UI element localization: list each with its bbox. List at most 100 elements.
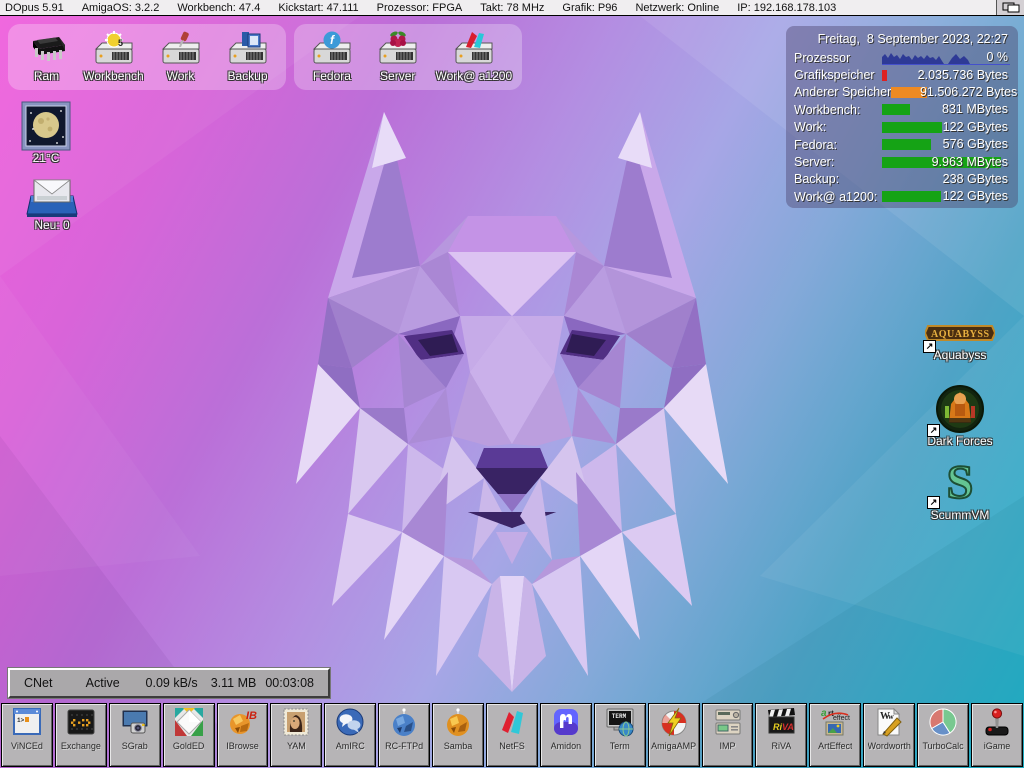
desktop-icon-mail[interactable]: Neu: 0 — [20, 174, 84, 232]
dock-app-label: Exchange — [61, 741, 101, 751]
drive-a1200-icon — [450, 31, 498, 69]
dock-app-label: Term — [610, 741, 630, 751]
dock-drives: Ram 5 Workbench — [8, 24, 286, 90]
dock-app-label: TurboCalc — [922, 741, 963, 751]
desktop-icon-dark-forces[interactable]: ↗ Dark Forces — [915, 384, 1005, 448]
dock-item-workbench[interactable]: 5 Workbench — [83, 31, 144, 83]
fedora-logo-emblem: f — [323, 32, 340, 49]
dock-app-imp[interactable]: IMP — [702, 703, 754, 767]
dock-app-label: IMP — [720, 741, 736, 751]
net-uptime: 00:03:08 — [265, 676, 314, 690]
dock-app-sgrab[interactable]: SGrab — [109, 703, 161, 767]
menubar-item-amigaos: AmigaOS: 3.2.2 — [82, 2, 160, 14]
work-a1200-bar — [882, 191, 941, 202]
dock-app-rc-ftpd[interactable]: RC-FTPd — [378, 703, 430, 767]
riva-clapperboard-icon: Ri VA — [765, 706, 797, 738]
raspberry-emblem — [389, 31, 406, 47]
desktop-icon-weather[interactable]: 21°C — [14, 101, 78, 165]
dock-item-label: Work — [167, 69, 195, 83]
samba-icon — [442, 706, 474, 738]
desktop-icon-scummvm[interactable]: S ↗ ScummVM — [915, 456, 1005, 522]
dock-app-label: AmigaAMP — [651, 741, 696, 751]
desktop-icon-aquabyss[interactable]: AQUABYSS ↗ Aquabyss — [915, 318, 1005, 362]
fedora-bar — [882, 139, 931, 150]
dock-app-samba[interactable]: Samba — [432, 703, 484, 767]
dock-app-yam[interactable]: YAM — [270, 703, 322, 767]
workbench-bar — [882, 104, 910, 115]
dock-item-backup[interactable]: Backup — [217, 31, 278, 83]
dock-item-label: Work@ a1200 — [435, 69, 512, 83]
monitor-row-cpu: Prozessor 0 % — [786, 49, 1018, 66]
monitor-row-gfxmem: Grafikspeicher 2.035.736 Bytes — [786, 66, 1018, 83]
depth-icon — [1002, 2, 1020, 13]
dock-app-arteffect[interactable]: a rt effect ArtEffect — [809, 703, 861, 767]
dock-app-label: AmIRC — [336, 741, 365, 751]
menubar-item-prozessor: Prozessor: FPGA — [377, 2, 463, 14]
svg-text:5: 5 — [118, 38, 123, 48]
amigaamp-icon — [658, 706, 690, 738]
dock-app-label: RC-FTPd — [385, 741, 423, 751]
dock-app-wordworth[interactable]: W w Wordworth — [863, 703, 915, 767]
row-label: Prozessor — [794, 51, 850, 65]
dock-app-label: NetFS — [499, 741, 525, 751]
dark-forces-icon — [935, 384, 985, 434]
dock-app-turbocalc[interactable]: TurboCalc — [917, 703, 969, 767]
monitor-row-backup: Backup: 238 GBytes — [786, 171, 1018, 188]
row-value: 0 % — [986, 50, 1008, 65]
desktop: Ram 5 Workbench — [0, 16, 1024, 768]
wordworth-icon: W w — [873, 706, 905, 738]
arteffect-icon: a rt effect — [819, 706, 851, 738]
dock-app-ibrowse[interactable]: IB IBrowse — [217, 703, 269, 767]
monitor-row-work: Work: 122 GBytes — [786, 119, 1018, 136]
dock-item-work-a1200[interactable]: Work@ a1200 — [434, 31, 514, 83]
igame-joystick-icon — [981, 706, 1013, 738]
dock-app-label: ViNCEd — [11, 741, 43, 751]
scummvm-s-icon: S — [934, 456, 986, 508]
exchange-icon — [65, 706, 97, 738]
app-dock: 1> ViNCEd Exchange — [1, 703, 1023, 767]
dock-app-exchange[interactable]: Exchange — [55, 703, 107, 767]
net-monitor-window[interactable]: CNet Active 0.09 kB/s 3.11 MB 00:03:08 — [8, 668, 330, 698]
dock-item-label: Ram — [34, 69, 59, 83]
system-monitor-panel: Freitag, 8 September 2023, 22:27 Prozess… — [786, 26, 1018, 208]
dock-app-label: iGame — [984, 741, 1011, 751]
dock-item-work[interactable]: Work — [150, 31, 211, 83]
mail-label: Neu: 0 — [34, 218, 69, 232]
net-rate: 0.09 kB/s — [146, 676, 211, 690]
drive-backup-icon — [224, 31, 272, 69]
net-status: Active — [86, 676, 146, 690]
dock-app-netfs[interactable]: NetFS — [486, 703, 538, 767]
screen-depth-gadget[interactable] — [996, 0, 1024, 15]
menubar-item-kickstart: Kickstart: 47.111 — [278, 2, 358, 14]
dock-app-riva[interactable]: Ri VA RiVA — [755, 703, 807, 767]
screen: DOpus 5.91 AmigaOS: 3.2.2 Workbench: 47.… — [0, 0, 1024, 768]
dock-app-igame[interactable]: iGame — [971, 703, 1023, 767]
dock-item-fedora[interactable]: f Fedora — [302, 31, 362, 83]
dock-app-amidon[interactable]: Amidon — [540, 703, 592, 767]
dock-app-amigaamp[interactable]: AmigaAMP — [648, 703, 700, 767]
term-icon: TERM — [604, 706, 636, 738]
menubar: DOpus 5.91 AmigaOS: 3.2.2 Workbench: 47.… — [0, 0, 1024, 16]
dock-app-term[interactable]: TERM Term — [594, 703, 646, 767]
link-badge-icon: ↗ — [927, 496, 940, 509]
netfs-icon — [496, 706, 528, 738]
net-total: 3.11 MB — [211, 676, 266, 690]
svg-text:TERM: TERM — [612, 713, 627, 720]
dock-app-amirc[interactable]: AmIRC — [324, 703, 376, 767]
link-badge-icon: ↗ — [927, 424, 940, 437]
dock-remote: f Fedora Server — [294, 24, 522, 90]
dock-item-server[interactable]: Server — [368, 31, 428, 83]
monitor-row-server: Server: 9.963 MBytes — [786, 153, 1018, 170]
dock-app-vinced[interactable]: 1> ViNCEd — [1, 703, 53, 767]
dock-app-golded[interactable]: GoldED — [163, 703, 215, 767]
link-badge-icon: ↗ — [923, 340, 936, 353]
dock-item-ram[interactable]: Ram — [16, 31, 77, 83]
dock-item-label: Workbench — [83, 69, 143, 83]
clock-date: Freitag, 8 September 2023, 22:27 — [786, 30, 1018, 49]
dock-app-label: IBrowse — [226, 741, 259, 751]
work-bar — [882, 122, 942, 133]
svg-text:AQUABYSS: AQUABYSS — [931, 329, 989, 340]
row-value: 238 GBytes — [943, 172, 1008, 187]
amirc-icon — [334, 706, 366, 738]
drive-raspberry-icon — [374, 31, 422, 69]
